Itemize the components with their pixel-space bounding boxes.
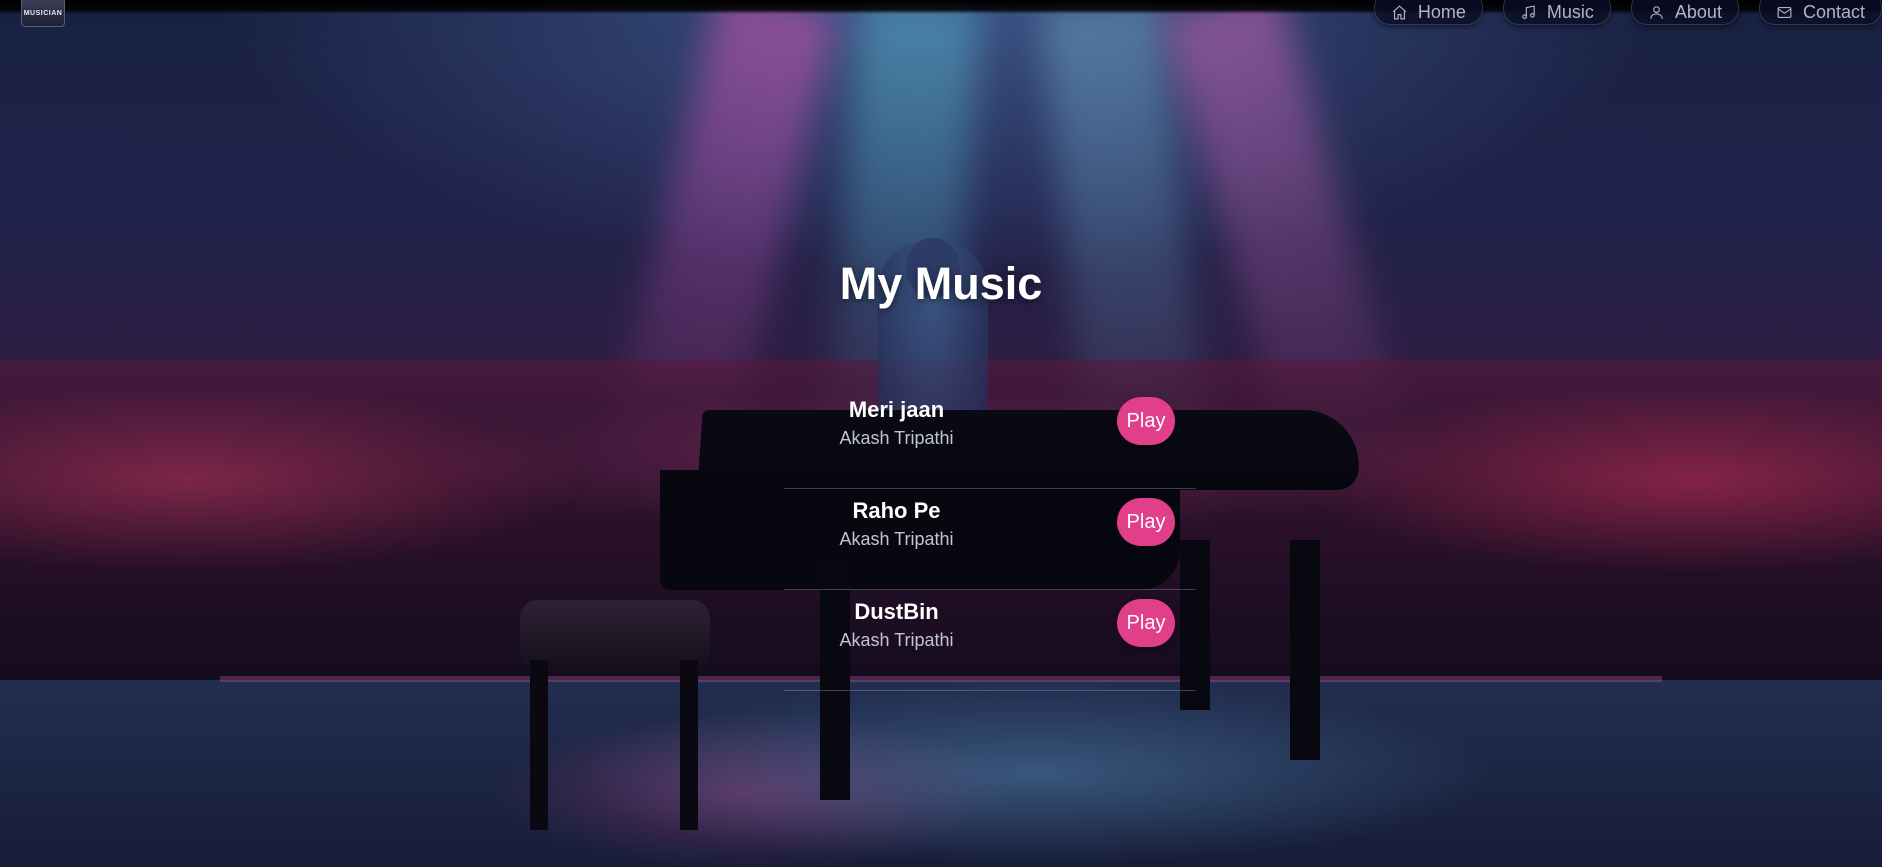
music-note-icon: [1522, 4, 1535, 19]
nav-contact-button[interactable]: Contact: [1758, 0, 1882, 25]
logo-text: MUSICIAN: [23, 9, 63, 17]
song-artist: Akash Tripathi: [839, 529, 954, 549]
song-title: DustBin: [854, 599, 939, 624]
play-button[interactable]: Play: [1117, 397, 1175, 445]
song-info: Raho Pe Akash Tripathi: [784, 497, 1009, 551]
song-item: Raho Pe Akash Tripathi Play: [784, 489, 1196, 590]
song-list: Meri jaan Akash Tripathi Play Raho Pe Ak…: [784, 388, 1196, 691]
song-item: Meri jaan Akash Tripathi Play: [784, 388, 1196, 489]
song-artist: Akash Tripathi: [839, 428, 954, 448]
nav-contact-label: Contact: [1802, 1, 1865, 22]
nav-home-label: Home: [1417, 1, 1466, 22]
main-nav: Home Music About Contact: [1373, 0, 1882, 25]
mail-icon: [1777, 6, 1792, 18]
song-item: DustBin Akash Tripathi Play: [784, 590, 1196, 691]
page-title: My Music: [839, 258, 1043, 309]
nav-music-button[interactable]: Music: [1502, 0, 1611, 25]
song-title: Meri jaan: [848, 397, 945, 422]
nav-about-label: About: [1674, 1, 1722, 22]
play-button[interactable]: Play: [1117, 599, 1175, 647]
site-logo[interactable]: MUSICIAN: [21, 0, 65, 27]
song-title: Raho Pe: [852, 498, 941, 523]
user-icon: [1650, 5, 1663, 19]
song-artist: Akash Tripathi: [839, 630, 954, 650]
home-icon: [1392, 4, 1407, 19]
nav-home-button[interactable]: Home: [1373, 0, 1483, 25]
play-button[interactable]: Play: [1117, 498, 1175, 546]
nav-music-label: Music: [1546, 1, 1594, 22]
page: MUSICIAN Home Music About Contact My Mus…: [0, 0, 1882, 867]
nav-about-button[interactable]: About: [1630, 0, 1739, 25]
song-info: Meri jaan Akash Tripathi: [784, 396, 1009, 450]
song-info: DustBin Akash Tripathi: [784, 598, 1009, 652]
